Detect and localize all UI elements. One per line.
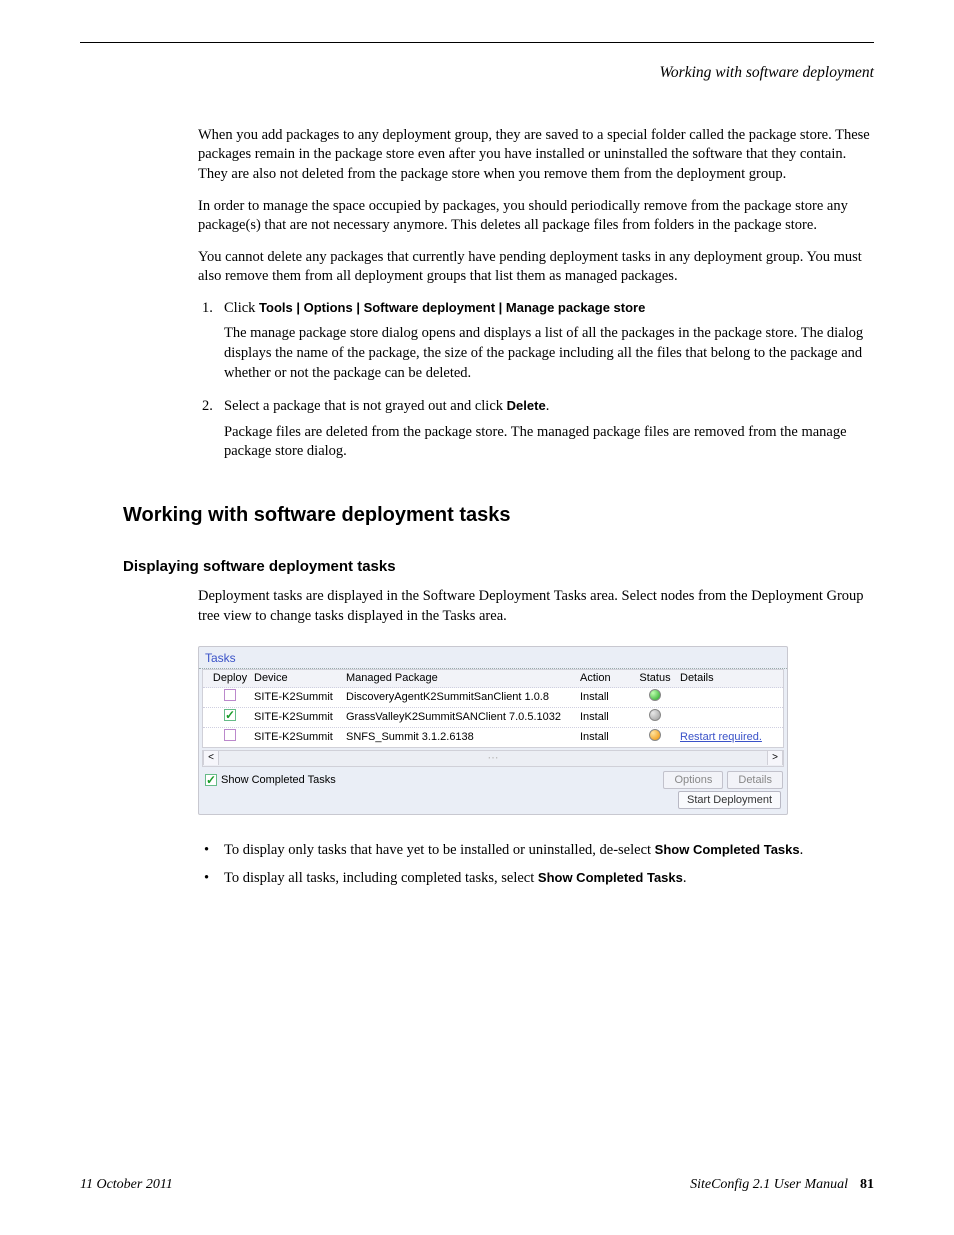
cell-details-link[interactable]: Restart required.	[680, 730, 780, 745]
options-button[interactable]: Options	[663, 771, 723, 790]
table-row[interactable]: SITE-K2Summit DiscoveryAgentK2SummitSanC…	[203, 688, 783, 708]
bullet-bold: Show Completed Tasks	[538, 870, 683, 885]
tasks-panel: Tasks Deploy Device Managed Package Acti…	[198, 646, 788, 815]
deploy-checkbox[interactable]	[224, 709, 236, 721]
grid-header: Deploy Device Managed Package Action Sta…	[203, 670, 783, 688]
cell-pkg: GrassValleyK2SummitSANClient 7.0.5.1032	[346, 710, 580, 725]
cell-device: SITE-K2Summit	[254, 710, 346, 725]
details-button[interactable]: Details	[727, 771, 783, 790]
show-completed-label: Show Completed Tasks	[221, 773, 336, 788]
top-rule	[80, 42, 874, 43]
cell-action: Install	[580, 730, 630, 745]
cell-action: Install	[580, 710, 630, 725]
step-body: The manage package store dialog opens an…	[224, 324, 874, 383]
paragraph: In order to manage the space occupied by…	[198, 197, 874, 236]
bullet-bold: Show Completed Tasks	[655, 842, 800, 857]
heading-2: Working with software deployment tasks	[123, 502, 874, 529]
step-lead: Click	[224, 300, 259, 316]
page-number: 81	[860, 1177, 874, 1192]
section-header: Working with software deployment	[80, 63, 874, 84]
tasks-grid: Deploy Device Managed Package Action Sta…	[202, 669, 784, 747]
paragraph: You cannot delete any packages that curr…	[198, 248, 874, 287]
step-item: 2. Select a package that is not grayed o…	[218, 397, 874, 462]
cell-device: SITE-K2Summit	[254, 690, 346, 705]
bullet-lead: To display only tasks that have yet to b…	[224, 842, 655, 858]
table-row[interactable]: SITE-K2Summit GrassValleyK2SummitSANClie…	[203, 708, 783, 728]
table-row[interactable]: SITE-K2Summit SNFS_Summit 3.1.2.6138 Ins…	[203, 728, 783, 747]
footer-date: 11 October 2011	[80, 1176, 173, 1195]
col-action[interactable]: Action	[580, 671, 630, 686]
paragraph: Deployment tasks are displayed in the So…	[198, 587, 874, 626]
list-item: • To display all tasks, including comple…	[218, 869, 874, 889]
col-pkg[interactable]: Managed Package	[346, 671, 580, 686]
cell-pkg: DiscoveryAgentK2SummitSanClient 1.0.8	[346, 690, 580, 705]
cell-pkg: SNFS_Summit 3.1.2.6138	[346, 730, 580, 745]
horizontal-scrollbar[interactable]: < ⋯ >	[202, 750, 784, 767]
footer-manual-rest: 2.1 User Manual	[753, 1177, 848, 1192]
step-item: 1. Click Tools | Options | Software depl…	[218, 299, 874, 383]
col-device[interactable]: Device	[254, 671, 346, 686]
col-deploy[interactable]: Deploy	[206, 671, 254, 686]
scroll-left-icon[interactable]: <	[203, 751, 219, 765]
deploy-checkbox[interactable]	[224, 689, 236, 701]
col-details[interactable]: Details	[680, 671, 780, 686]
step-body: Package files are deleted from the packa…	[224, 423, 874, 462]
bullet-tail: .	[683, 870, 687, 886]
status-dot-green	[649, 689, 661, 701]
col-status[interactable]: Status	[630, 671, 680, 686]
delete-label: Delete	[507, 398, 546, 413]
heading-3: Displaying software deployment tasks	[123, 557, 874, 577]
status-dot-gray	[649, 709, 661, 721]
list-item: • To display only tasks that have yet to…	[218, 841, 874, 861]
scroll-right-icon[interactable]: >	[767, 751, 783, 765]
status-dot-orange	[649, 729, 661, 741]
page-footer: 11 October 2011 SiteConfig 2.1 User Manu…	[80, 1176, 874, 1195]
tasks-title: Tasks	[199, 647, 787, 669]
deploy-checkbox[interactable]	[224, 729, 236, 741]
step-lead: Select a package that is not grayed out …	[224, 398, 507, 414]
footer-manual-name: SiteConfig	[690, 1177, 753, 1192]
cell-action: Install	[580, 690, 630, 705]
cell-device: SITE-K2Summit	[254, 730, 346, 745]
step-tail: .	[546, 398, 550, 414]
paragraph: When you add packages to any deployment …	[198, 126, 874, 185]
start-deployment-button[interactable]: Start Deployment	[678, 791, 781, 809]
menu-path: Tools | Options | Software deployment | …	[259, 300, 645, 315]
bullet-tail: .	[800, 842, 804, 858]
show-completed-checkbox[interactable]	[205, 774, 217, 786]
bullet-lead: To display all tasks, including complete…	[224, 870, 538, 886]
